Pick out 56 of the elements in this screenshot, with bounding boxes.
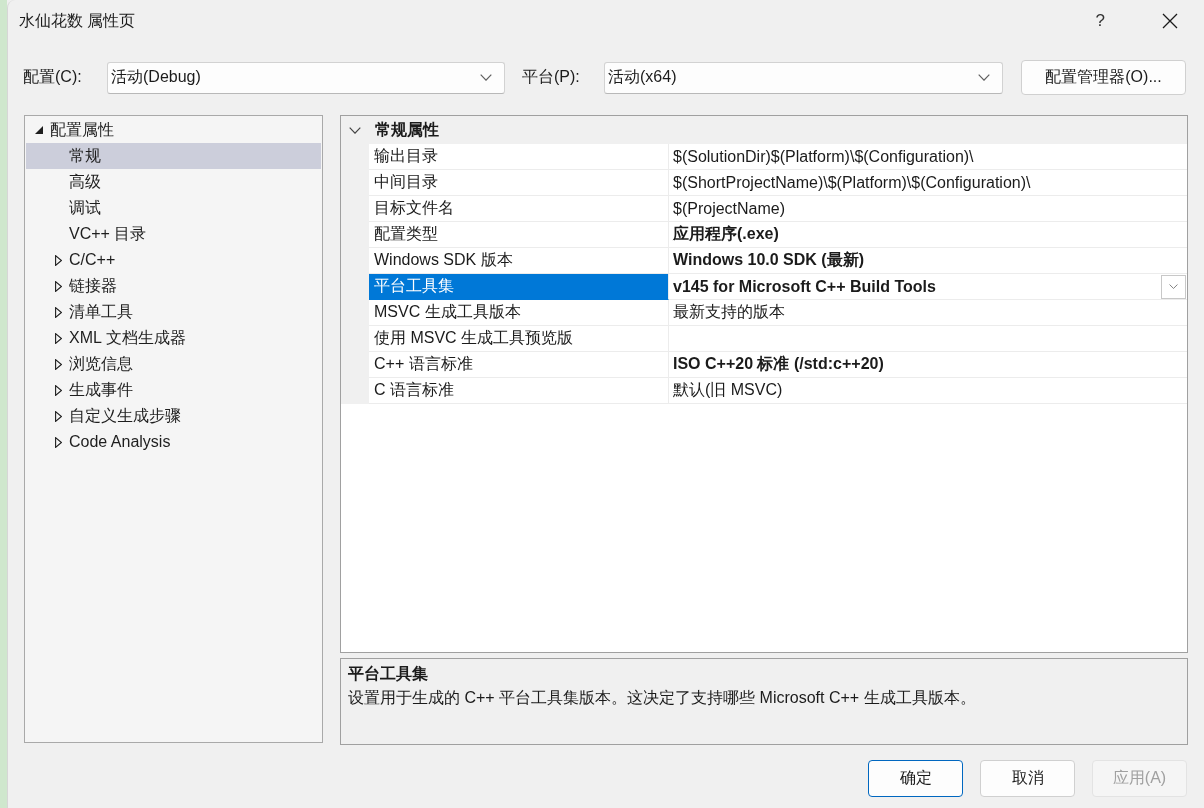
tree-item[interactable]: 配置属性 [26,117,321,143]
property-value[interactable]: 最新支持的版本 [669,300,1187,325]
property-name[interactable]: 中间目录 [369,170,669,196]
collapsed-triangle-icon[interactable] [54,332,62,344]
property-name[interactable]: C 语言标准 [369,378,669,404]
tree-item[interactable]: VC++ 目录 [26,221,321,247]
chevron-down-icon [480,74,492,81]
property-value[interactable]: Windows 10.0 SDK (最新) [669,248,1187,273]
property-name[interactable]: C++ 语言标准 [369,352,669,378]
dialog-button[interactable]: 确定 [868,760,963,797]
property-name[interactable]: 使用 MSVC 生成工具预览版 [369,326,669,352]
description-title: 平台工具集 [348,664,428,684]
property-name[interactable]: MSVC 生成工具版本 [369,300,669,326]
property-name[interactable]: 平台工具集 [369,274,669,300]
property-value[interactable]: 默认(旧 MSVC) [669,378,1187,403]
collapsed-triangle-icon[interactable] [54,254,62,266]
expanded-triangle-icon[interactable] [35,126,43,134]
property-name[interactable]: 配置类型 [369,222,669,248]
category-header[interactable]: 常规属性 [375,119,439,141]
configuration-dropdown[interactable]: 活动(Debug) [107,61,505,94]
caret-icon [1169,284,1178,289]
tree-item[interactable]: 常规 [26,143,321,169]
property-value[interactable]: ISO C++20 标准 (/std:c++20) [669,352,1187,377]
tree-item[interactable]: 链接器 [26,273,321,299]
tree-item[interactable]: 浏览信息 [26,351,321,377]
collapsed-triangle-icon[interactable] [54,358,62,370]
property-name[interactable]: 输出目录 [369,144,669,170]
tree-item[interactable]: XML 文档生成器 [26,325,321,351]
collapsed-triangle-icon[interactable] [54,306,62,318]
configuration-label: 配置(C): [23,67,82,87]
tree-item[interactable]: 自定义生成步骤 [26,403,321,429]
tree-item[interactable]: 清单工具 [26,299,321,325]
dialog-button[interactable]: 取消 [980,760,1075,797]
property-value[interactable]: $(ShortProjectName)\$(Platform)\$(Configuration)\ [669,170,1187,195]
property-value[interactable]: 应用程序(.exe) [669,222,1187,247]
platform-dropdown[interactable]: 活动(x64) [604,61,1003,94]
collapsed-triangle-icon[interactable] [54,280,62,292]
platform-label: 平台(P): [522,67,580,87]
description-text: 设置用于生成的 C++ 平台工具集版本。这决定了支持哪些 Microsoft C++ 生成工具版本。 [348,688,976,708]
property-value[interactable]: $(ProjectName) [669,196,1187,221]
tree-item[interactable]: Code Analysis [26,429,321,455]
chevron-down-icon [978,74,990,81]
window-title: 水仙花数 属性页 [19,10,136,31]
property-value[interactable]: $(SolutionDir)$(Platform)\$(Configuration)\ [669,144,1187,169]
close-icon[interactable] [1162,13,1178,29]
tree-item[interactable]: C/C++ [26,247,321,273]
collapsed-triangle-icon[interactable] [54,384,62,396]
tree-item[interactable]: 生成事件 [26,377,321,403]
configuration-manager-button[interactable]: 配置管理器(O)... [1021,60,1186,95]
collapsed-triangle-icon[interactable] [54,436,62,448]
collapsed-triangle-icon[interactable] [54,410,62,422]
tree-item[interactable]: 高级 [26,169,321,195]
tree-item[interactable]: 调试 [26,195,321,221]
property-name[interactable]: 目标文件名 [369,196,669,222]
property-value[interactable]: v145 for Microsoft C++ Build Tools [669,274,1161,299]
help-button[interactable]: ? [1095,11,1105,31]
